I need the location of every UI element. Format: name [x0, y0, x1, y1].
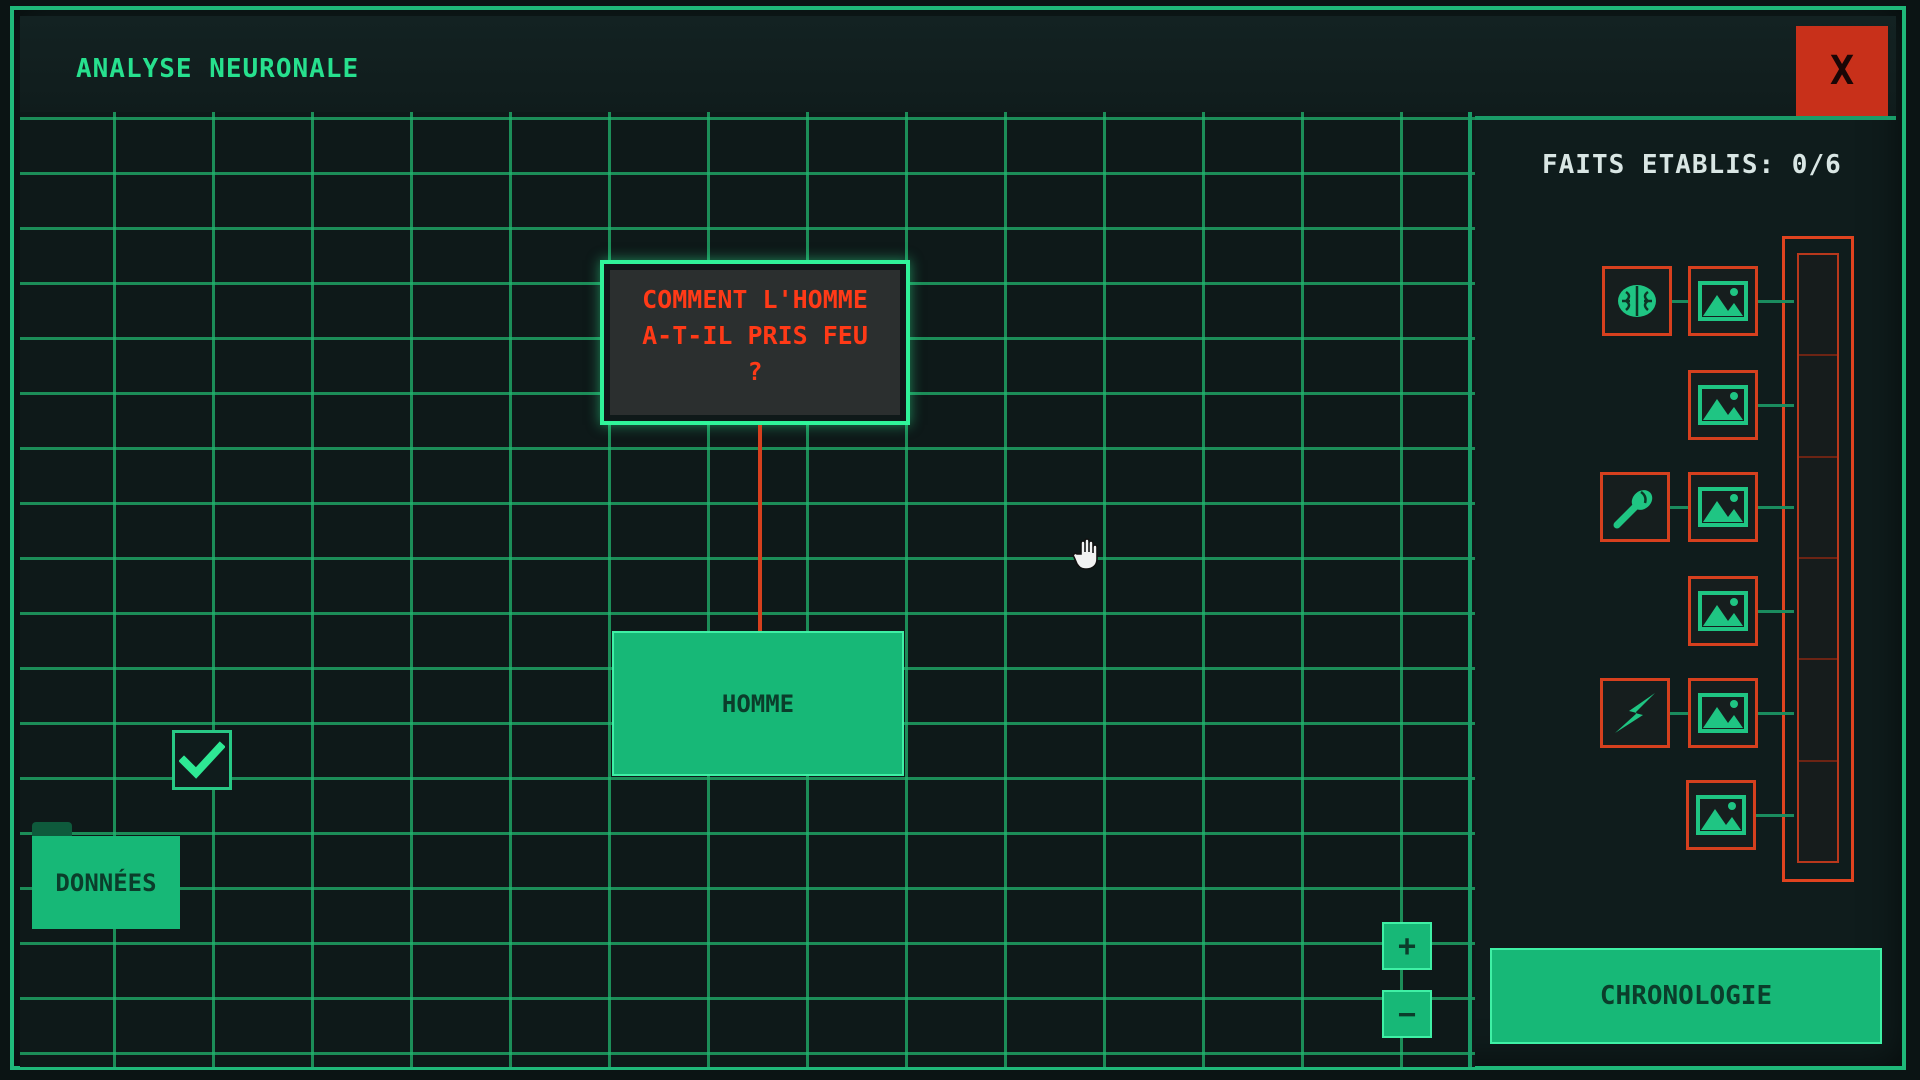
title-bar: ANALYSE NEURONALE X [20, 16, 1896, 120]
question-node[interactable]: COMMENT L'HOMME A-T-IL PRIS FEU ? [600, 260, 910, 425]
evidence-tile-2[interactable] [1688, 370, 1758, 440]
hand-cursor-icon [1072, 538, 1098, 570]
close-button[interactable]: X [1796, 26, 1888, 116]
analysis-grid-board[interactable] [20, 112, 1475, 1067]
question-line-2: A-T-IL PRIS FEU [642, 321, 868, 350]
clue-tile-lightning[interactable] [1600, 678, 1670, 748]
clue-link-line [1670, 506, 1688, 509]
evidence-tile-4[interactable] [1688, 576, 1758, 646]
fact-slot [1799, 762, 1837, 861]
image-icon [1698, 591, 1748, 631]
clue-link-line [1672, 300, 1688, 303]
image-icon [1698, 281, 1748, 321]
window-title: ANALYSE NEURONALE [76, 54, 360, 84]
fact-slot [1799, 559, 1837, 661]
evidence-tile-3[interactable] [1688, 472, 1758, 542]
clue-link-line [1670, 712, 1688, 715]
zoom-in-button[interactable]: + [1382, 922, 1432, 970]
slot-link-line [1758, 404, 1794, 407]
clue-tile-brain[interactable] [1602, 266, 1672, 336]
checkmark-icon [179, 741, 225, 779]
evidence-tile-5[interactable] [1688, 678, 1758, 748]
fact-slot [1799, 458, 1837, 559]
facts-slot-bar [1782, 236, 1854, 882]
donnees-button[interactable]: DONNÉES [32, 836, 180, 929]
evidence-tile-6[interactable] [1686, 780, 1756, 850]
slot-link-line [1758, 506, 1794, 509]
lighter-icon [1613, 490, 1653, 529]
facts-counter: FAITS ETABLIS: 0/6 [1542, 150, 1842, 180]
fact-slot [1799, 356, 1837, 458]
image-icon [1698, 385, 1748, 425]
node-connector-line [758, 425, 762, 631]
slot-link-line [1758, 610, 1794, 613]
question-text: COMMENT L'HOMME A-T-IL PRIS FEU ? [610, 270, 900, 415]
slot-link-line [1758, 300, 1794, 303]
brain-icon [1618, 285, 1656, 317]
facts-slot-bar-inner [1797, 253, 1839, 863]
slot-link-line [1756, 814, 1794, 817]
lightning-icon [1615, 693, 1655, 733]
zoom-out-button[interactable]: − [1382, 990, 1432, 1038]
clue-tile-lighter[interactable] [1600, 472, 1670, 542]
chronologie-button[interactable]: CHRONOLOGIE [1490, 948, 1882, 1044]
image-icon [1698, 487, 1748, 527]
image-icon [1696, 795, 1746, 835]
node-homme[interactable]: HOMME [612, 631, 904, 776]
evidence-tile-1[interactable] [1688, 266, 1758, 336]
validate-checkbox[interactable] [172, 730, 232, 790]
question-line-1: COMMENT L'HOMME [642, 285, 868, 314]
image-icon [1698, 693, 1748, 733]
panel-divider [1468, 112, 1472, 1067]
fact-slot [1799, 255, 1837, 357]
folder-tab [32, 822, 72, 836]
fact-slot [1799, 660, 1837, 762]
slot-link-line [1758, 712, 1794, 715]
question-line-3: ? [747, 357, 763, 386]
